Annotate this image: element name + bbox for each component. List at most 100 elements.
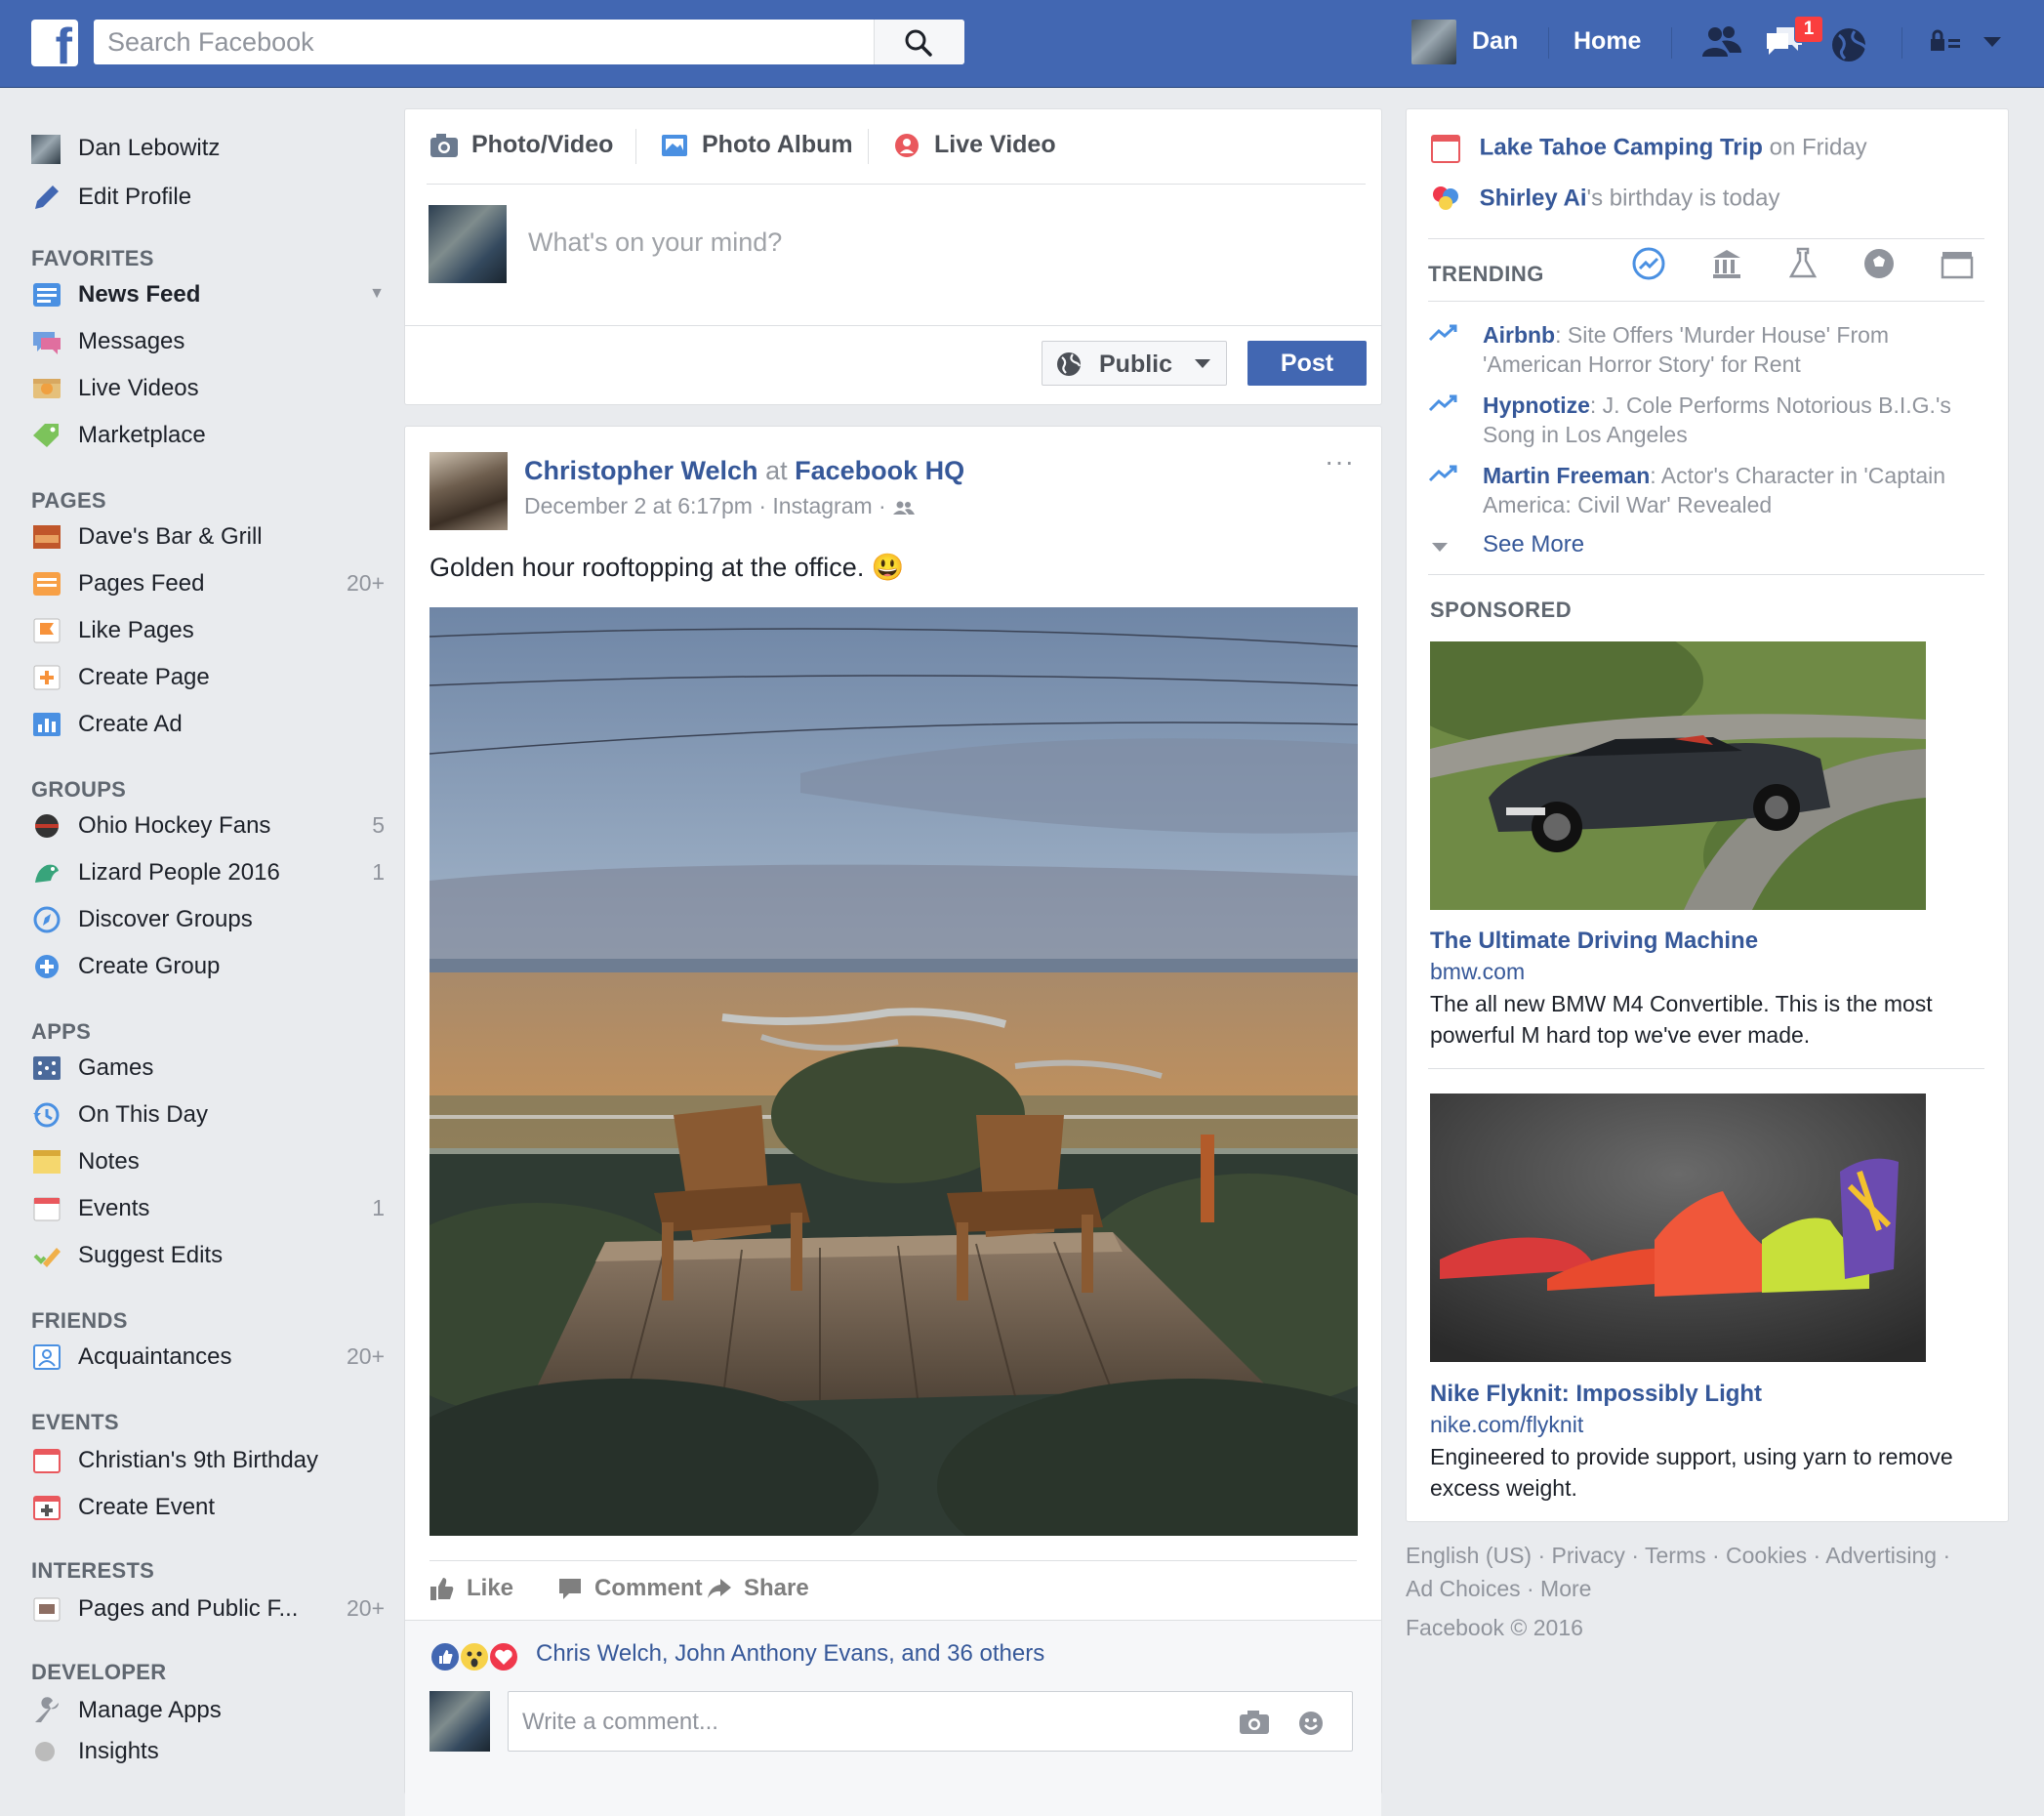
share-button[interactable]: Share xyxy=(707,1575,809,1602)
sidebar-item-pages-public-figures[interactable]: Pages and Public F... 20+ xyxy=(31,1591,385,1627)
reactions-icon[interactable] xyxy=(429,1640,527,1673)
politics-icon[interactable] xyxy=(1709,246,1744,281)
footer-links[interactable]: English (US) · Privacy · Terms · Cookies… xyxy=(1406,1539,1950,1572)
shoes-ad-image xyxy=(1430,1094,1926,1362)
sidebar-item-news-feed[interactable]: News Feed ▼ xyxy=(31,277,385,312)
photo-album-icon xyxy=(662,134,687,156)
sidebar-item-on-this-day[interactable]: On This Day xyxy=(31,1097,385,1133)
friend-requests-icon[interactable] xyxy=(1700,21,1743,64)
comment-input[interactable] xyxy=(520,1702,1207,1743)
entertainment-icon[interactable] xyxy=(1940,246,1975,281)
sidebar-item-christians-birthday[interactable]: Christian's 9th Birthday xyxy=(31,1443,385,1478)
ad-title-link[interactable]: The Ultimate Driving Machine xyxy=(1430,928,1758,955)
sidebar-item-pages-feed[interactable]: Pages Feed 20+ xyxy=(31,566,385,601)
avatar xyxy=(31,135,61,164)
ad-title-link[interactable]: Nike Flyknit: Impossibly Light xyxy=(1430,1381,1762,1408)
sidebar-item-suggest-edits[interactable]: Suggest Edits xyxy=(31,1238,385,1273)
tab-photo-video[interactable]: Photo/Video xyxy=(429,131,613,159)
footer-links[interactable]: Ad Choices · More xyxy=(1406,1572,1591,1605)
ad-url-link[interactable]: bmw.com xyxy=(1430,959,1525,985)
sidebar-item-acquaintances[interactable]: Acquaintances 20+ xyxy=(31,1340,385,1375)
sidebar-item-messages[interactable]: Messages xyxy=(31,324,385,359)
sidebar-item-games[interactable]: Games xyxy=(31,1051,385,1086)
nav-profile-link[interactable]: Dan xyxy=(1472,27,1518,56)
sidebar-item-daves-bar[interactable]: Dave's Bar & Grill xyxy=(31,519,385,555)
sidebar-item-create-group[interactable]: Create Group xyxy=(31,949,385,984)
post-footer: Chris Welch, John Anthony Evans, and 36 … xyxy=(405,1620,1381,1816)
sidebar-item-discover-groups[interactable]: Discover Groups xyxy=(31,902,385,937)
post-options-button[interactable]: ··· xyxy=(1325,446,1355,477)
sidebar-item-notes[interactable]: Notes xyxy=(31,1144,385,1179)
nav-home-link[interactable]: Home xyxy=(1574,27,1641,56)
post-location-link[interactable]: Facebook HQ xyxy=(795,456,964,485)
sports-icon[interactable] xyxy=(1861,246,1897,281)
divider xyxy=(405,325,1381,326)
sidebar-item-create-event[interactable]: Create Event xyxy=(31,1490,385,1525)
sidebar-item-label: Pages and Public F... xyxy=(78,1595,299,1622)
sidebar-item-ohio-hockey[interactable]: Ohio Hockey Fans 5 xyxy=(31,808,385,844)
emoji-icon[interactable] xyxy=(1297,1710,1325,1737)
sidebar-item-insights[interactable]: Insights xyxy=(31,1734,385,1769)
sidebar-item-label: Create Ad xyxy=(78,711,183,737)
status-input[interactable] xyxy=(526,222,1311,263)
sidebar-item-events[interactable]: Events 1 xyxy=(31,1191,385,1226)
trending-arrow-icon xyxy=(1428,394,1457,412)
divider xyxy=(1428,301,1984,302)
calendar-icon xyxy=(33,1197,61,1221)
search-box xyxy=(94,20,964,64)
post-author-link[interactable]: Christopher Welch xyxy=(524,456,758,485)
sidebar-item-like-pages[interactable]: Like Pages xyxy=(31,613,385,648)
nav-divider xyxy=(1901,27,1902,59)
post-author-avatar[interactable] xyxy=(429,452,508,530)
sidebar-item-label: News Feed xyxy=(78,281,201,308)
divider xyxy=(1428,238,1984,239)
sidebar-item-live-videos[interactable]: Live Videos xyxy=(31,371,385,406)
compass-icon xyxy=(33,906,61,933)
rooftop-photo xyxy=(429,607,1358,1536)
facebook-logo[interactable]: f xyxy=(31,20,78,72)
bar-chart-icon xyxy=(33,713,61,736)
ad-url-link[interactable]: nike.com/flyknit xyxy=(1430,1412,1583,1438)
trending-top-icon[interactable] xyxy=(1631,246,1666,281)
ad-image-nike[interactable] xyxy=(1430,1094,1926,1362)
person-icon xyxy=(33,1344,61,1370)
ad-image-bmw[interactable] xyxy=(1430,641,1926,910)
science-icon[interactable] xyxy=(1785,246,1820,281)
sidebar-item-create-page[interactable]: Create Page xyxy=(31,660,385,695)
comment-button[interactable]: Comment xyxy=(557,1575,703,1602)
account-menu-chevron-icon[interactable] xyxy=(1982,35,2003,49)
tab-photo-album[interactable]: Photo Album xyxy=(659,131,853,159)
search-input[interactable] xyxy=(94,20,873,64)
tab-live-video[interactable]: Live Video xyxy=(891,131,1056,159)
sidebar-item-label: Christian's 9th Birthday xyxy=(78,1447,319,1473)
sidebar-item-label: Suggest Edits xyxy=(78,1242,224,1268)
sidebar-item-manage-apps[interactable]: Manage Apps xyxy=(31,1693,385,1728)
sidebar-item-label: Insights xyxy=(78,1738,159,1764)
sidebar-item-lizard-people[interactable]: Lizard People 2016 1 xyxy=(31,855,385,890)
like-button[interactable]: Like xyxy=(429,1575,513,1602)
search-button[interactable] xyxy=(874,20,964,64)
sidebar-item-label: Create Page xyxy=(78,664,210,690)
likes-summary-link[interactable]: Chris Welch, John Anthony Evans, and 36 … xyxy=(536,1640,1044,1668)
privacy-shortcuts-icon[interactable] xyxy=(1929,29,1962,57)
sidebar-item-edit-profile[interactable]: Edit Profile xyxy=(31,180,385,215)
sidebar-item-create-ad[interactable]: Create Ad xyxy=(31,707,385,742)
nav-avatar[interactable] xyxy=(1411,20,1456,64)
divider xyxy=(1428,574,1984,575)
see-more-link[interactable]: See More xyxy=(1483,531,1584,558)
upcoming-event[interactable]: Lake Tahoe Camping Trip on Friday xyxy=(1430,133,1867,164)
post-photo[interactable] xyxy=(429,607,1358,1536)
sidebar-item-label: Dave's Bar & Grill xyxy=(78,523,263,550)
chevron-down-icon[interactable]: ▼ xyxy=(369,285,385,303)
privacy-selector[interactable]: Public xyxy=(1042,341,1227,386)
avatar xyxy=(429,205,507,283)
post-timestamp[interactable]: December 2 at 6:17pm · Instagram · xyxy=(524,493,886,518)
notifications-globe-icon[interactable] xyxy=(1827,21,1870,64)
post-button[interactable]: Post xyxy=(1247,341,1367,386)
sidebar-item-profile[interactable]: Dan Lebowitz xyxy=(31,131,385,166)
sidebar-item-marketplace[interactable]: Marketplace xyxy=(31,418,385,453)
globe-icon xyxy=(1057,352,1082,376)
camera-icon[interactable] xyxy=(1239,1710,1270,1735)
post-text: Golden hour rooftopping at the office. 😃 xyxy=(429,553,905,582)
birthday-reminder[interactable]: Shirley Ai's birthday is today xyxy=(1430,184,1780,215)
